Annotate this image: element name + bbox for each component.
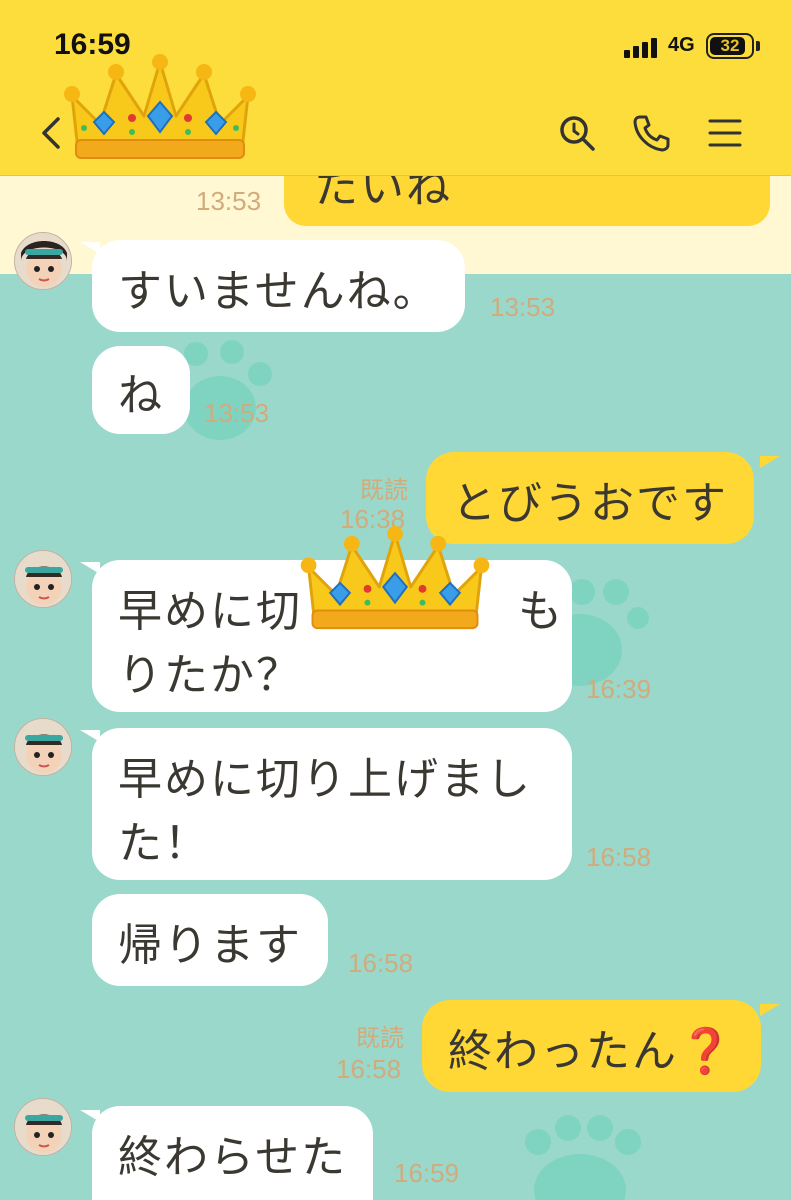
message-text-line1-tail: も	[518, 586, 564, 637]
menu-icon	[708, 119, 742, 147]
read-receipt: 既読	[356, 1024, 404, 1052]
message-text: 終わったん	[448, 1026, 678, 1077]
message-text: すいませんね。	[118, 266, 439, 317]
message-bubble-in[interactable]: 早めに切り上げまし た！	[92, 728, 572, 880]
paw-decoration-icon	[525, 1115, 641, 1200]
chevron-left-icon	[42, 117, 60, 149]
menu-button[interactable]	[700, 108, 750, 158]
avatar[interactable]	[14, 718, 72, 776]
message-time: 13:53	[196, 186, 262, 216]
signal-icon	[624, 36, 662, 58]
question-mark-emoji: ❓	[678, 1026, 735, 1077]
chat-header: 16:59 4G 32	[0, 0, 791, 176]
message-bubble-in[interactable]: ね	[92, 346, 190, 434]
search-icon	[560, 116, 595, 151]
crown-emoji-name	[64, 54, 256, 159]
message-time: 16:58	[336, 1054, 402, 1084]
message-text: 帰ります	[118, 920, 302, 971]
message-text-line1: 早めに切	[118, 586, 302, 637]
message-text: 終わらせた	[118, 1132, 348, 1183]
message-bubble-in[interactable]: すいませんね。	[92, 240, 465, 332]
call-button[interactable]	[626, 108, 676, 158]
read-receipt: 既読	[360, 476, 408, 504]
battery-icon: 32	[706, 33, 754, 59]
message-text: ね	[118, 370, 164, 421]
message-text: とびうおです	[452, 478, 728, 529]
message-text-line1: 早めに切り上げまし	[118, 754, 532, 805]
battery-level: 32	[720, 36, 740, 55]
crown-emoji-sticker	[300, 526, 490, 630]
avatar[interactable]	[14, 550, 72, 608]
message-time: 13:53	[204, 398, 270, 428]
avatar[interactable]	[14, 1098, 72, 1156]
message-bubble-in[interactable]: 終わらせた	[92, 1106, 374, 1200]
network-label: 4G	[668, 34, 695, 56]
message-time: 13:53	[490, 292, 556, 322]
message-time: 16:39	[586, 674, 652, 704]
message-bubble-out[interactable]: 終わったん❓	[422, 1000, 761, 1092]
message-time: 16:58	[586, 842, 652, 872]
search-button[interactable]	[552, 108, 602, 158]
phone-icon	[633, 115, 670, 152]
message-bubble-in[interactable]: 帰ります	[92, 894, 328, 986]
message-text-line2: りたか？	[118, 650, 302, 701]
battery-tip	[756, 41, 760, 51]
message-time: 16:58	[348, 948, 414, 978]
avatar[interactable]	[14, 232, 72, 290]
message-text-line2: た！	[118, 818, 210, 869]
message-time: 16:59	[394, 1158, 460, 1188]
